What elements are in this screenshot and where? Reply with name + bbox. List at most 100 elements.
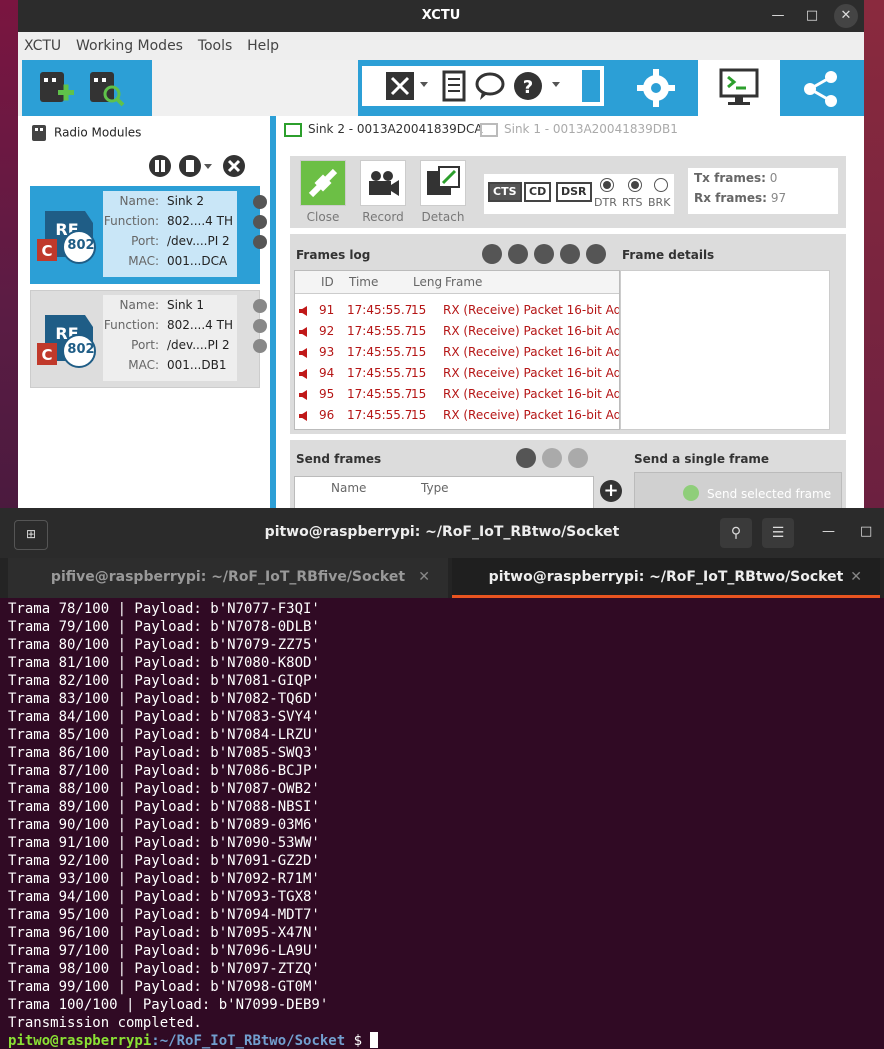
col-id[interactable]: ID — [321, 275, 334, 289]
save-send-frames-icon[interactable] — [542, 448, 562, 468]
brk-label: BRK — [648, 196, 671, 209]
close-console-button[interactable]: Close — [298, 160, 348, 224]
hamburger-menu-icon[interactable]: ☰ — [762, 518, 794, 548]
table-row[interactable]: 93 17:45:55.7 15 RX (Receive) Packet 16-bit… — [295, 342, 619, 363]
col-name[interactable]: Name — [331, 481, 366, 495]
menu-working-modes[interactable]: Working Modes — [76, 32, 183, 60]
frame-id: 92 — [319, 324, 335, 338]
add-module-icon[interactable] — [36, 68, 76, 108]
terminal-output[interactable]: Trama 78/100 | Payload: b'N7077-F3QI' Tra… — [8, 600, 878, 1049]
discover-modules-icon[interactable] — [86, 68, 126, 108]
terminal-tab-pitwo[interactable]: pitwo@raspberrypi: ~/RoF_IoT_RBtwo/Socke… — [452, 558, 880, 598]
menu-tools[interactable]: Tools — [198, 32, 233, 60]
remove-modules-icon[interactable] — [222, 154, 246, 178]
brk-toggle[interactable] — [654, 178, 668, 192]
table-row[interactable]: 94 17:45:55.7 15 RX (Receive) Packet 16-bit… — [295, 363, 619, 384]
module-action-icon[interactable] — [253, 235, 267, 249]
frames-list-icon[interactable] — [438, 70, 470, 102]
col-type[interactable]: Type — [421, 481, 449, 495]
save-frames-icon[interactable] — [534, 244, 554, 264]
frame-time: 17:45:55.7 — [347, 345, 413, 359]
table-row[interactable]: 91 17:45:55.7 15 RX (Receive) Packet 16-bit… — [295, 300, 619, 321]
prompt-line[interactable]: pitwo@raspberrypi:~/RoF_IoT_RBtwo/Socket… — [8, 1032, 878, 1049]
lock-icon[interactable] — [560, 244, 580, 264]
frame-length: 15 — [411, 303, 427, 317]
module-name: Sink 1 — [167, 298, 204, 312]
output-line: Trama 99/100 | Payload: b'N7098-GT0M' — [8, 979, 320, 995]
add-frame-button[interactable]: + — [600, 480, 622, 502]
desktop-background-left — [0, 0, 18, 520]
menu-xctu[interactable]: XCTU — [24, 32, 61, 60]
close-tab-icon[interactable]: ✕ — [418, 558, 430, 596]
tab-sink1[interactable]: Sink 1 - 0013A20041839DB1 — [480, 122, 678, 137]
minimize-button[interactable]: — — [822, 524, 835, 539]
close-log-icon[interactable] — [586, 244, 606, 264]
sort-dropdown-icon[interactable] — [204, 164, 212, 169]
output-line: Trama 91/100 | Payload: b'N7090-53WW' — [8, 835, 320, 851]
menu-help[interactable]: Help — [247, 32, 279, 60]
output-line: Trama 82/100 | Payload: b'N7081-GIQP' — [8, 673, 320, 689]
remove-frame-icon[interactable] — [568, 448, 588, 468]
module-card-sink1[interactable]: RF C 802 Name: Sink 1 Function: 802....4 T… — [30, 290, 267, 388]
tools-icon[interactable] — [384, 70, 416, 102]
dtr-toggle[interactable] — [600, 178, 614, 192]
table-row[interactable]: 95 17:45:55.7 15 RX (Receive) Packet 16-bit… — [295, 384, 619, 405]
module-action-icon[interactable] — [253, 319, 267, 333]
console-monitor-icon — [719, 68, 759, 105]
module-action-icon[interactable] — [253, 195, 267, 209]
settings-gear-icon[interactable] — [636, 68, 676, 108]
close-window-button[interactable]: ✕ — [834, 4, 858, 28]
sort-modules-icon[interactable] — [178, 154, 202, 178]
rx-arrow-icon — [299, 327, 307, 337]
frame-details-title: Frame details — [622, 248, 715, 262]
help-icon[interactable]: ? — [512, 70, 544, 102]
mac-label: MAC: — [128, 358, 159, 372]
frame-type: RX (Receive) Packet 16-bit Add — [443, 366, 620, 380]
output-line: Trama 96/100 | Payload: b'N7095-X47N' — [8, 925, 320, 941]
minimize-button[interactable]: — — [766, 4, 790, 28]
frame-details-box[interactable] — [620, 270, 830, 430]
module-action-icon[interactable] — [253, 215, 267, 229]
close-tab-icon[interactable]: ✕ — [850, 558, 862, 596]
record-button[interactable]: Record — [358, 160, 408, 224]
maximize-button[interactable]: □ — [800, 4, 824, 28]
radio-modules-header: Radio Modules — [30, 124, 141, 142]
dtr-label: DTR — [594, 196, 617, 209]
chat-icon[interactable] — [474, 70, 506, 102]
terminal-tab-pifive[interactable]: pifive@raspberrypi: ~/RoF_IoT_RBfive/Soc… — [8, 558, 448, 598]
xctu-window: XCTU — □ ✕ XCTU Working Modes Tools Help — [18, 0, 864, 520]
load-frames-icon[interactable] — [516, 448, 536, 468]
search-icon[interactable]: ⚲ — [720, 518, 752, 548]
clear-frames-icon[interactable] — [508, 244, 528, 264]
table-row[interactable]: 92 17:45:55.7 15 RX (Receive) Packet 16-bit… — [295, 321, 619, 342]
rx-count: 97 — [770, 191, 787, 205]
filter-icon[interactable] — [482, 244, 502, 264]
module-toolbar — [22, 60, 152, 116]
module-card-sink2[interactable]: RF C 802 Name: Sink 2 Function: 802....4 T… — [30, 186, 267, 284]
frames-log-title: Frames log — [296, 248, 371, 262]
rts-toggle[interactable] — [628, 178, 642, 192]
serial-lines: CTS CD DSR DTR RTS BRK — [484, 174, 674, 214]
list-view-icon[interactable] — [148, 154, 172, 178]
detach-button[interactable]: Detach — [418, 160, 468, 224]
rx-arrow-icon — [299, 411, 307, 421]
module-action-icon[interactable] — [253, 299, 267, 313]
frame-id: 93 — [319, 345, 335, 359]
tab-sink2[interactable]: Sink 2 - 0013A20041839DCA — [284, 122, 483, 137]
rf-module-icon: RF C — [37, 315, 96, 368]
frames-table-header: ID Time Leng Frame — [295, 271, 619, 294]
col-length[interactable]: Leng — [413, 275, 442, 289]
tools-dropdown-icon[interactable] — [420, 82, 428, 87]
maximize-button[interactable]: □ — [860, 524, 872, 539]
consoles-mode-button[interactable] — [698, 60, 780, 116]
table-row[interactable]: 96 17:45:55.7 15 RX (Receive) Packet 16-bit… — [295, 405, 619, 426]
frame-type: RX (Receive) Packet 16-bit Add — [443, 324, 620, 338]
col-time[interactable]: Time — [349, 275, 378, 289]
help-dropdown-icon[interactable] — [552, 82, 560, 87]
module-action-icon[interactable] — [253, 339, 267, 353]
col-frame[interactable]: Frame — [445, 275, 482, 289]
network-icon[interactable] — [800, 68, 842, 110]
frames-table[interactable]: ID Time Leng Frame 91 17:45:55.7 15 RX (Rec… — [294, 270, 620, 430]
cd-indicator: CD — [524, 182, 552, 202]
text-cursor — [370, 1032, 379, 1048]
